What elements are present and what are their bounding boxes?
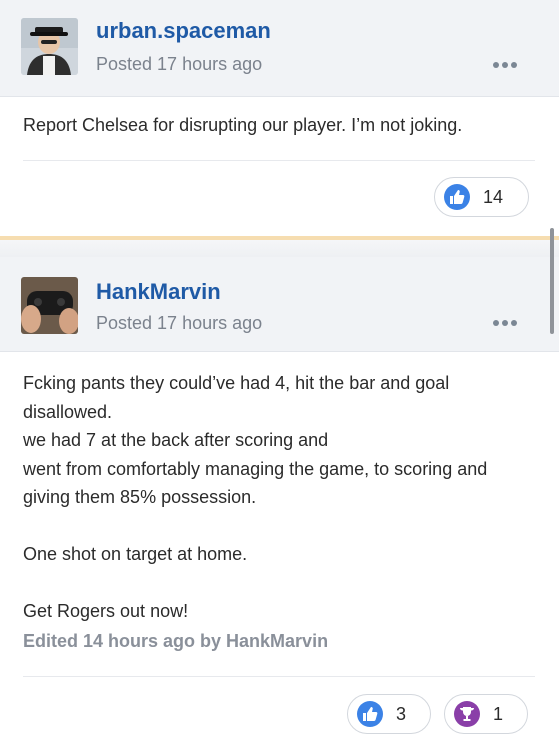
like-icon (444, 184, 470, 210)
post-timestamp: Posted 17 hours ago (96, 54, 263, 74)
divider (23, 676, 535, 677)
like-reaction-button[interactable]: 3 (347, 694, 431, 734)
more-options-icon[interactable] (493, 320, 517, 326)
divider (23, 160, 535, 161)
post-header: HankMarvin Posted 17 hours ago (0, 257, 559, 352)
post-text-line: Fcking pants they could’ve had 4, hit th… (23, 373, 450, 422)
scrollbar[interactable] (550, 228, 554, 334)
post-separator (0, 231, 559, 257)
separator-shadow (0, 240, 559, 257)
edited-note: Edited 14 hours ago by HankMarvin (23, 631, 329, 651)
like-reaction-button[interactable]: 14 (434, 177, 529, 217)
trophy-count: 1 (493, 703, 504, 724)
like-count: 3 (396, 703, 407, 724)
post-text-line: One shot on target at home. (23, 544, 248, 564)
avatar[interactable] (21, 277, 78, 334)
post-body: Fcking pants they could’ve had 4, hit th… (23, 369, 535, 626)
author-name[interactable]: urban.spaceman (96, 18, 271, 44)
like-icon (357, 701, 383, 727)
post-text-line: went from comfortably managing the game,… (23, 458, 488, 508)
post-text-line: we had 7 at the back after scoring and (23, 430, 329, 450)
post-text-line: Get Rogers out now! (23, 601, 189, 621)
like-count: 14 (483, 186, 504, 207)
post-text-line: Report Chelsea for disrupting our player… (23, 115, 463, 135)
author-name[interactable]: HankMarvin (96, 279, 221, 305)
post-text-line (23, 569, 535, 598)
avatar-image (21, 277, 78, 334)
post-body: Report Chelsea for disrupting our player… (23, 111, 535, 140)
post-timestamp: Posted 17 hours ago (96, 313, 263, 333)
more-options-icon[interactable] (493, 62, 517, 68)
post-hankmarvin: HankMarvin Posted 17 hours ago Fcking pa… (0, 257, 559, 750)
avatar[interactable] (21, 18, 78, 75)
post-header: urban.spaceman Posted 17 hours ago (0, 0, 559, 97)
avatar-image (21, 18, 78, 75)
trophy-reaction-button[interactable]: 1 (444, 694, 528, 734)
post-urban-spaceman: urban.spaceman Posted 17 hours ago Repor… (0, 0, 559, 231)
post-text-line (23, 512, 535, 541)
trophy-icon (454, 701, 480, 727)
